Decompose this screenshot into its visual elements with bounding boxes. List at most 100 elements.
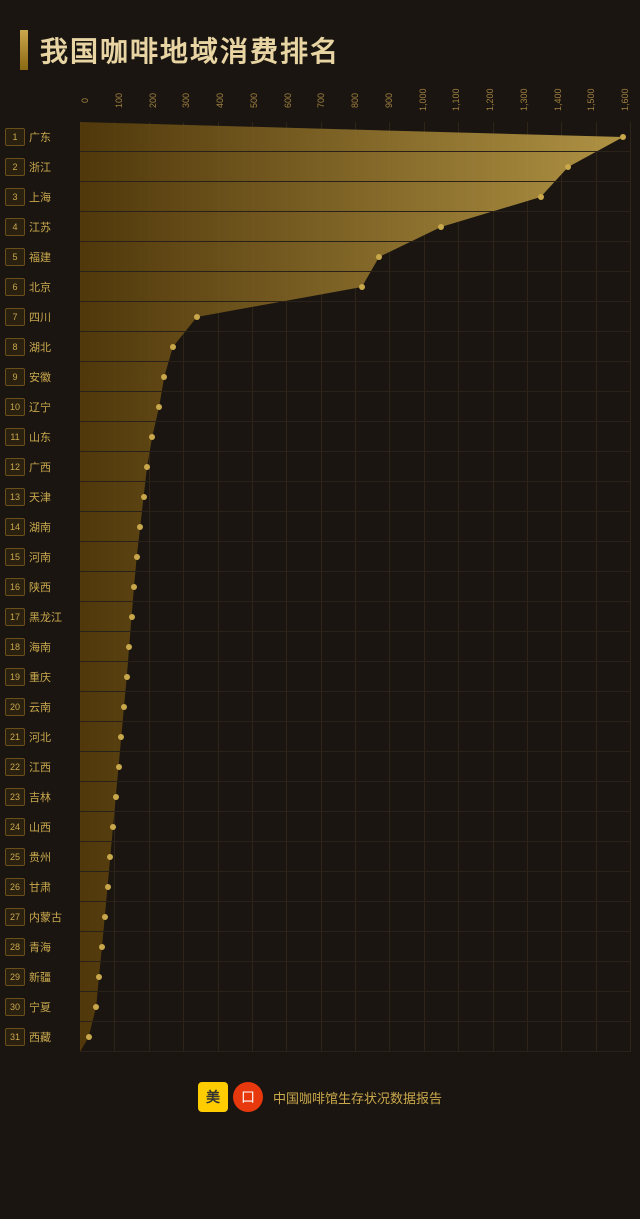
x-axis-label: 400 — [215, 85, 225, 115]
rank-badge: 6 — [5, 278, 25, 296]
data-dot — [105, 884, 111, 890]
rank-badge: 9 — [5, 368, 25, 386]
chart-row: 6北京 — [80, 272, 630, 302]
data-dot — [126, 644, 132, 650]
row-label: 14湖南 — [5, 512, 77, 541]
x-axis-label: 1,000 — [418, 85, 428, 115]
footer-text: 中国咖啡馆生存状况数据报告 — [273, 1088, 442, 1107]
province-name: 四川 — [29, 309, 51, 325]
province-name: 广东 — [29, 129, 51, 145]
rank-badge: 19 — [5, 668, 25, 686]
province-name: 湖北 — [29, 339, 51, 355]
rank-badge: 29 — [5, 968, 25, 986]
chart-row: 1广东 — [80, 122, 630, 152]
rank-badge: 25 — [5, 848, 25, 866]
chart-row: 28青海 — [80, 932, 630, 962]
row-label: 16陕西 — [5, 572, 77, 601]
rank-badge: 31 — [5, 1028, 25, 1046]
row-label: 27内蒙古 — [5, 902, 77, 931]
row-label: 10辽宁 — [5, 392, 77, 421]
province-name: 山西 — [29, 819, 51, 835]
chart-row: 31西藏 — [80, 1022, 630, 1052]
x-axis-label: 300 — [181, 85, 191, 115]
row-label: 22江西 — [5, 752, 77, 781]
chart-row: 20云南 — [80, 692, 630, 722]
rank-badge: 8 — [5, 338, 25, 356]
data-dot — [102, 914, 108, 920]
data-dot — [144, 464, 150, 470]
data-dot — [438, 224, 444, 230]
rank-badge: 28 — [5, 938, 25, 956]
rank-badge: 18 — [5, 638, 25, 656]
page-title: 我国咖啡地域消费排名 — [40, 30, 340, 70]
chart-row: 9安徽 — [80, 362, 630, 392]
chart-row: 5福建 — [80, 242, 630, 272]
x-axis-label: 1,500 — [586, 85, 596, 115]
chart-row: 30宁夏 — [80, 992, 630, 1022]
data-dot — [124, 674, 130, 680]
rank-badge: 10 — [5, 398, 25, 416]
chart-row: 18海南 — [80, 632, 630, 662]
data-dot — [156, 404, 162, 410]
chart-row: 25贵州 — [80, 842, 630, 872]
province-name: 湖南 — [29, 519, 51, 535]
row-label: 6北京 — [5, 272, 77, 301]
row-label: 4江苏 — [5, 212, 77, 241]
data-dot — [107, 854, 113, 860]
rank-badge: 7 — [5, 308, 25, 326]
chart-row: 8湖北 — [80, 332, 630, 362]
rank-badge: 21 — [5, 728, 25, 746]
row-label: 12广西 — [5, 452, 77, 481]
x-axis-label: 900 — [384, 85, 394, 115]
chart-row: 13天津 — [80, 482, 630, 512]
x-axis-label: 1,400 — [553, 85, 563, 115]
chart-row: 16陕西 — [80, 572, 630, 602]
chart-row: 11山东 — [80, 422, 630, 452]
chart-row: 27内蒙古 — [80, 902, 630, 932]
data-dot — [99, 944, 105, 950]
meituan-logo: 美 — [198, 1082, 228, 1112]
province-name: 河南 — [29, 549, 51, 565]
data-dot — [141, 494, 147, 500]
province-name: 云南 — [29, 699, 51, 715]
rank-badge: 14 — [5, 518, 25, 536]
row-label: 1广东 — [5, 122, 77, 151]
rank-badge: 30 — [5, 998, 25, 1016]
x-axis-label: 500 — [249, 85, 259, 115]
rank-badge: 24 — [5, 818, 25, 836]
province-name: 吉林 — [29, 789, 51, 805]
data-dot — [170, 344, 176, 350]
row-label: 26甘肃 — [5, 872, 77, 901]
province-name: 内蒙古 — [29, 909, 62, 925]
chart-wrapper: 01002003004005006007008009001,0001,1001,… — [0, 85, 640, 1052]
data-dot — [620, 134, 626, 140]
province-name: 贵州 — [29, 849, 51, 865]
province-name: 江西 — [29, 759, 51, 775]
rank-badge: 13 — [5, 488, 25, 506]
data-dot — [113, 794, 119, 800]
x-axis-label: 800 — [350, 85, 360, 115]
data-dot — [131, 584, 137, 590]
data-dot — [118, 734, 124, 740]
province-name: 安徽 — [29, 369, 51, 385]
rank-badge: 4 — [5, 218, 25, 236]
x-axis-label: 1,200 — [485, 85, 495, 115]
chart-row: 29新疆 — [80, 962, 630, 992]
rank-badge: 1 — [5, 128, 25, 146]
row-label: 2浙江 — [5, 152, 77, 181]
rank-badge: 23 — [5, 788, 25, 806]
page-container: 我国咖啡地域消费排名 01002003004005006007008009001… — [0, 0, 640, 1152]
data-dot — [134, 554, 140, 560]
province-name: 福建 — [29, 249, 51, 265]
row-label: 18海南 — [5, 632, 77, 661]
x-axis: 01002003004005006007008009001,0001,1001,… — [80, 85, 630, 120]
footer-logos: 美 口 — [198, 1082, 263, 1112]
x-axis-label: 700 — [316, 85, 326, 115]
chart-row: 24山西 — [80, 812, 630, 842]
province-name: 海南 — [29, 639, 51, 655]
chart-row: 12广西 — [80, 452, 630, 482]
row-label: 31西藏 — [5, 1022, 77, 1051]
province-name: 西藏 — [29, 1029, 51, 1045]
data-dot — [161, 374, 167, 380]
province-name: 北京 — [29, 279, 51, 295]
